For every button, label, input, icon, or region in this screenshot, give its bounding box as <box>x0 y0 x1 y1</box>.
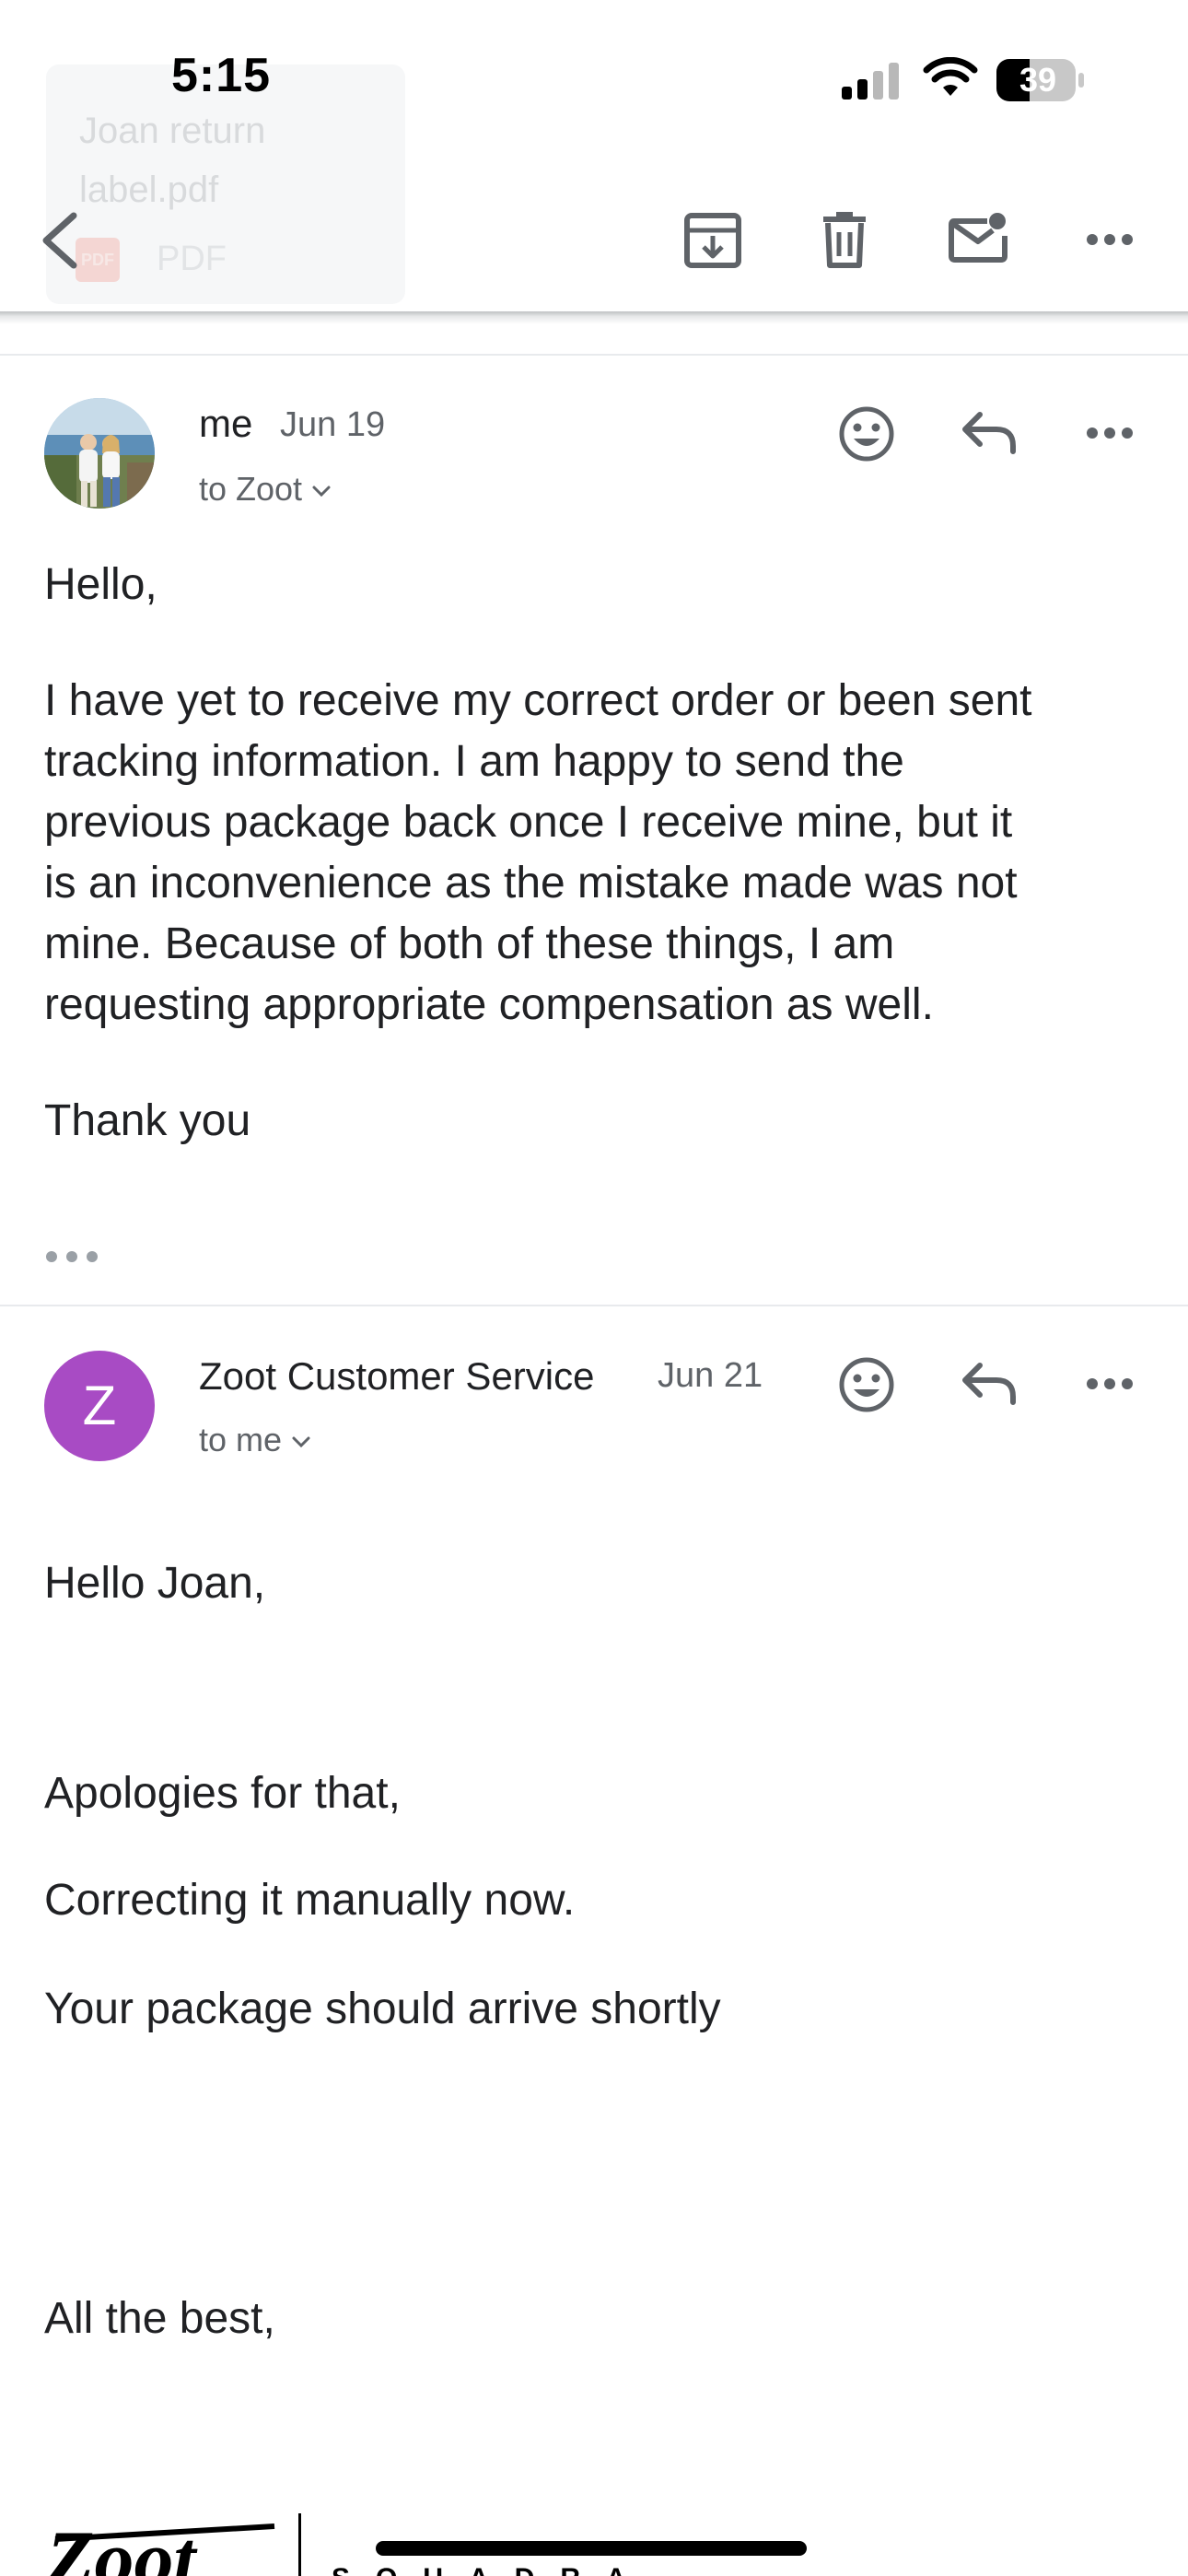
body-line: Apologies for that, <box>44 1769 401 1818</box>
reply-icon[interactable] <box>961 1362 1017 1406</box>
body-line: All the best, <box>44 2294 275 2343</box>
body-line: I have yet to receive my correct order o… <box>44 676 1032 725</box>
chevron-down-icon <box>312 486 331 498</box>
reply-icon[interactable] <box>961 411 1017 455</box>
recipient-details[interactable]: to Zoot <box>199 470 332 509</box>
divider <box>0 354 1188 356</box>
recipient-label: to Zoot <box>199 470 303 508</box>
email-thread-screen: Joan return label.pdf PDF PDF 5:15 39 me… <box>0 0 1188 2576</box>
body-line: Thank you <box>44 1096 251 1145</box>
body-line: mine. Because of both of these things, I… <box>44 919 895 968</box>
divider <box>0 1305 1188 1306</box>
show-trimmed-content-button[interactable] <box>44 1246 99 1268</box>
logo-brand: Zoot <box>45 2514 199 2576</box>
mail-unread-icon[interactable] <box>949 210 1009 263</box>
avatar[interactable]: Z <box>44 1351 155 1461</box>
attachment-type: PDF <box>157 240 227 278</box>
emoji-reaction-icon[interactable] <box>838 1356 895 1413</box>
avatar[interactable] <box>44 398 155 509</box>
trash-icon[interactable] <box>821 210 868 269</box>
battery-level: 39 <box>1019 61 1057 99</box>
body-line: Hello Joan, <box>44 1559 266 1608</box>
body-line: requesting appropriate compensation as w… <box>44 980 934 1029</box>
cellular-signal-icon <box>842 63 899 100</box>
more-icon[interactable] <box>1087 230 1133 249</box>
message-more-icon[interactable] <box>1087 1375 1133 1393</box>
archive-icon[interactable] <box>683 212 742 269</box>
body-line: previous package back once I receive min… <box>44 798 1013 847</box>
message-date: Jun 21 <box>658 1356 763 1395</box>
emoji-reaction-icon[interactable] <box>838 405 895 463</box>
body-line: Correcting it manually now. <box>44 1876 576 1925</box>
body-line: is an inconvenience as the mistake made … <box>44 859 1018 907</box>
recipient-details[interactable]: to me <box>199 1421 311 1459</box>
sender-name[interactable]: me <box>199 402 252 446</box>
message-more-icon[interactable] <box>1087 424 1133 442</box>
logo-tagline: SQUADRA <box>332 2563 652 2576</box>
message-date: Jun 19 <box>280 405 386 444</box>
body-line: Your package should arrive shortly <box>44 1985 721 2033</box>
status-time: 5:15 <box>171 49 272 102</box>
sender-name[interactable]: Zoot Customer Service <box>199 1354 594 1399</box>
body-line: tracking information. I am happy to send… <box>44 737 904 786</box>
toolbar-shadow <box>0 311 1188 324</box>
chevron-down-icon <box>292 1436 310 1448</box>
recipient-label: to me <box>199 1421 283 1458</box>
home-indicator[interactable] <box>376 2541 807 2556</box>
body-line: Hello, <box>44 560 157 609</box>
back-icon[interactable] <box>37 210 83 271</box>
wifi-icon <box>923 57 978 96</box>
attachment-name: Joan return label.pdf <box>79 111 266 210</box>
